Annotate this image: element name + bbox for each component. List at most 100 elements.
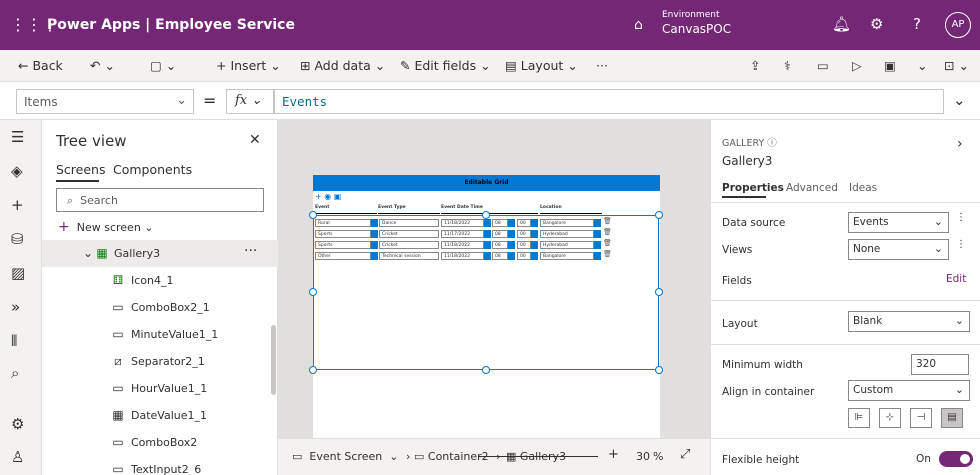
- save-icon[interactable]: ▣: [334, 192, 342, 201]
- tree-item-gallery3[interactable]: ⌄ ▦ Gallery3 ···: [42, 240, 278, 267]
- combobox-icon: ▭: [112, 300, 124, 314]
- search-icon[interactable]: ⌕: [11, 364, 19, 382]
- layers-icon[interactable]: ◈: [11, 162, 23, 180]
- align-left-icon[interactable]: ⊫: [848, 408, 870, 428]
- tree-scrollbar[interactable]: [271, 325, 276, 395]
- add-icon[interactable]: +: [315, 192, 322, 201]
- command-bar: ← Back ↶ ⌄ ▢ ⌄ + Insert ⌄ ⊞ Add data ⌄ ✎…: [0, 50, 980, 82]
- fx-label: fx: [235, 93, 248, 108]
- new-screen-button[interactable]: + New screen ⌄: [58, 219, 154, 235]
- tree-item-label: Gallery3: [114, 247, 161, 260]
- tree-item-label: TextInput2_6: [131, 463, 202, 475]
- help-icon[interactable]: ?: [913, 15, 921, 33]
- app-checker-icon[interactable]: ⚕: [784, 58, 791, 73]
- edit-fields-button[interactable]: ✎ Edit fields ⌄: [400, 58, 491, 73]
- formula-input[interactable]: Events: [274, 89, 944, 114]
- settings-icon[interactable]: ⊡ ⌄: [944, 58, 969, 73]
- properties-panel: GALLERY ⓘ › Gallery3 Properties Advanced…: [710, 120, 980, 475]
- settings-gear-icon[interactable]: ⚙: [11, 415, 24, 433]
- resize-handle[interactable]: [309, 366, 317, 374]
- resize-handle[interactable]: [482, 211, 490, 219]
- tree-item[interactable]: ⚅ Icon4_1: [42, 267, 278, 294]
- virtual-agent-icon[interactable]: ♙: [11, 448, 24, 466]
- tree-item[interactable]: ▭ TextInput2_6: [42, 456, 278, 475]
- more-options-icon[interactable]: ⋮: [956, 212, 966, 223]
- tree-item-label: ComboBox2_1: [131, 301, 210, 314]
- zoom-slider[interactable]: [478, 456, 598, 457]
- tree-item[interactable]: ⧄ Separator2_1: [42, 348, 278, 375]
- layout-dropdown[interactable]: Blank ⌄: [848, 311, 970, 332]
- align-stretch-icon[interactable]: ▤: [941, 408, 963, 428]
- tree-item[interactable]: ▭ HourValue1_1: [42, 375, 278, 402]
- more-button[interactable]: ···: [596, 58, 608, 73]
- flexible-height-toggle[interactable]: [939, 451, 973, 467]
- property-dropdown[interactable]: Items ⌄: [16, 89, 194, 114]
- more-options-icon[interactable]: ⋮: [956, 239, 966, 250]
- undo-icon[interactable]: ↶ ⌄: [90, 58, 115, 73]
- save-icon[interactable]: ▣: [884, 58, 896, 73]
- views-dropdown[interactable]: None ⌄: [848, 239, 949, 260]
- edit-fields-link[interactable]: Edit: [946, 273, 966, 285]
- comment-icon[interactable]: ▭: [817, 58, 829, 73]
- data-source-dropdown[interactable]: Events ⌄: [848, 212, 949, 233]
- tree-item[interactable]: ▭ ComboBox2: [42, 429, 278, 456]
- close-icon[interactable]: ✕: [249, 132, 261, 148]
- resize-handle[interactable]: [655, 211, 663, 219]
- search-input[interactable]: ⌕ Search: [56, 188, 264, 212]
- min-width-input[interactable]: 320: [911, 354, 969, 375]
- equals-sign: =: [203, 91, 217, 110]
- tree-item[interactable]: ▭ MinuteValue1_1: [42, 321, 278, 348]
- app-title: Power Apps | Employee Service: [47, 17, 295, 33]
- share-icon[interactable]: ⇪: [750, 58, 760, 73]
- insert-button[interactable]: + Insert ⌄: [216, 58, 281, 73]
- layout-button[interactable]: ▤ Layout ⌄: [505, 58, 578, 73]
- paste-icon[interactable]: ▢ ⌄: [150, 58, 176, 73]
- environment-name[interactable]: CanvasPOC: [662, 22, 731, 36]
- add-data-button[interactable]: ⊞ Add data ⌄: [300, 58, 385, 73]
- tab-ideas[interactable]: Ideas: [849, 182, 877, 194]
- resize-handle[interactable]: [482, 366, 490, 374]
- views-label: Views: [722, 244, 753, 256]
- fit-screen-icon[interactable]: ⤢: [680, 447, 690, 462]
- gallery-selection[interactable]: [313, 215, 659, 370]
- tree-item-label: Separator2_1: [131, 355, 205, 368]
- resize-handle[interactable]: [655, 288, 663, 296]
- divider: [711, 438, 980, 439]
- media-icon[interactable]: ▨: [11, 264, 25, 282]
- align-center-icon[interactable]: ⊹: [879, 408, 901, 428]
- gear-icon[interactable]: ⚙: [870, 15, 883, 33]
- resize-handle[interactable]: [655, 366, 663, 374]
- resize-handle[interactable]: [309, 288, 317, 296]
- back-button[interactable]: ← Back: [18, 58, 63, 73]
- align-right-icon[interactable]: ⊣: [910, 408, 932, 428]
- chevron-down-icon: ⌄: [954, 314, 964, 327]
- tab-advanced[interactable]: Advanced: [786, 182, 838, 194]
- publish-icon[interactable]: ⌄: [917, 58, 927, 73]
- chevron-right-icon[interactable]: ›: [957, 136, 963, 152]
- tree-item[interactable]: ▦ DateValue1_1: [42, 402, 278, 429]
- hamburger-icon[interactable]: ☰: [11, 128, 24, 146]
- eye-icon[interactable]: ◉: [324, 192, 331, 201]
- new-screen-label: New screen: [76, 221, 141, 234]
- zoom-in-icon[interactable]: +: [608, 447, 619, 462]
- tree-item[interactable]: ▭ ComboBox2_1: [42, 294, 278, 321]
- plus-icon[interactable]: +: [11, 196, 24, 214]
- database-icon[interactable]: ⛁: [11, 230, 24, 248]
- grid-toolbar: + ◉ ▣: [315, 192, 341, 201]
- bell-icon[interactable]: 🔔︎: [832, 15, 851, 33]
- automate-icon[interactable]: »: [11, 298, 20, 316]
- screen-selector[interactable]: ▭ Event Screen ⌄: [292, 450, 398, 463]
- fx-button[interactable]: fx ⌄: [226, 89, 274, 114]
- expand-formula-icon[interactable]: ⌄: [953, 91, 966, 109]
- tab-properties[interactable]: Properties: [722, 182, 784, 194]
- align-dropdown[interactable]: Custom ⌄: [848, 380, 970, 401]
- play-icon[interactable]: ▷: [852, 58, 862, 73]
- more-options-icon[interactable]: ···: [244, 243, 257, 259]
- tree-item-label: HourValue1_1: [131, 382, 208, 395]
- status-bar: ▭ Event Screen ⌄ › ▭ Container2 › ▦ Gall…: [278, 438, 710, 475]
- variables-icon[interactable]: ⫴: [11, 332, 17, 350]
- tab-components[interactable]: Components: [113, 162, 192, 177]
- resize-handle[interactable]: [309, 211, 317, 219]
- tab-screens[interactable]: Screens: [56, 162, 106, 177]
- avatar[interactable]: AP: [945, 12, 971, 38]
